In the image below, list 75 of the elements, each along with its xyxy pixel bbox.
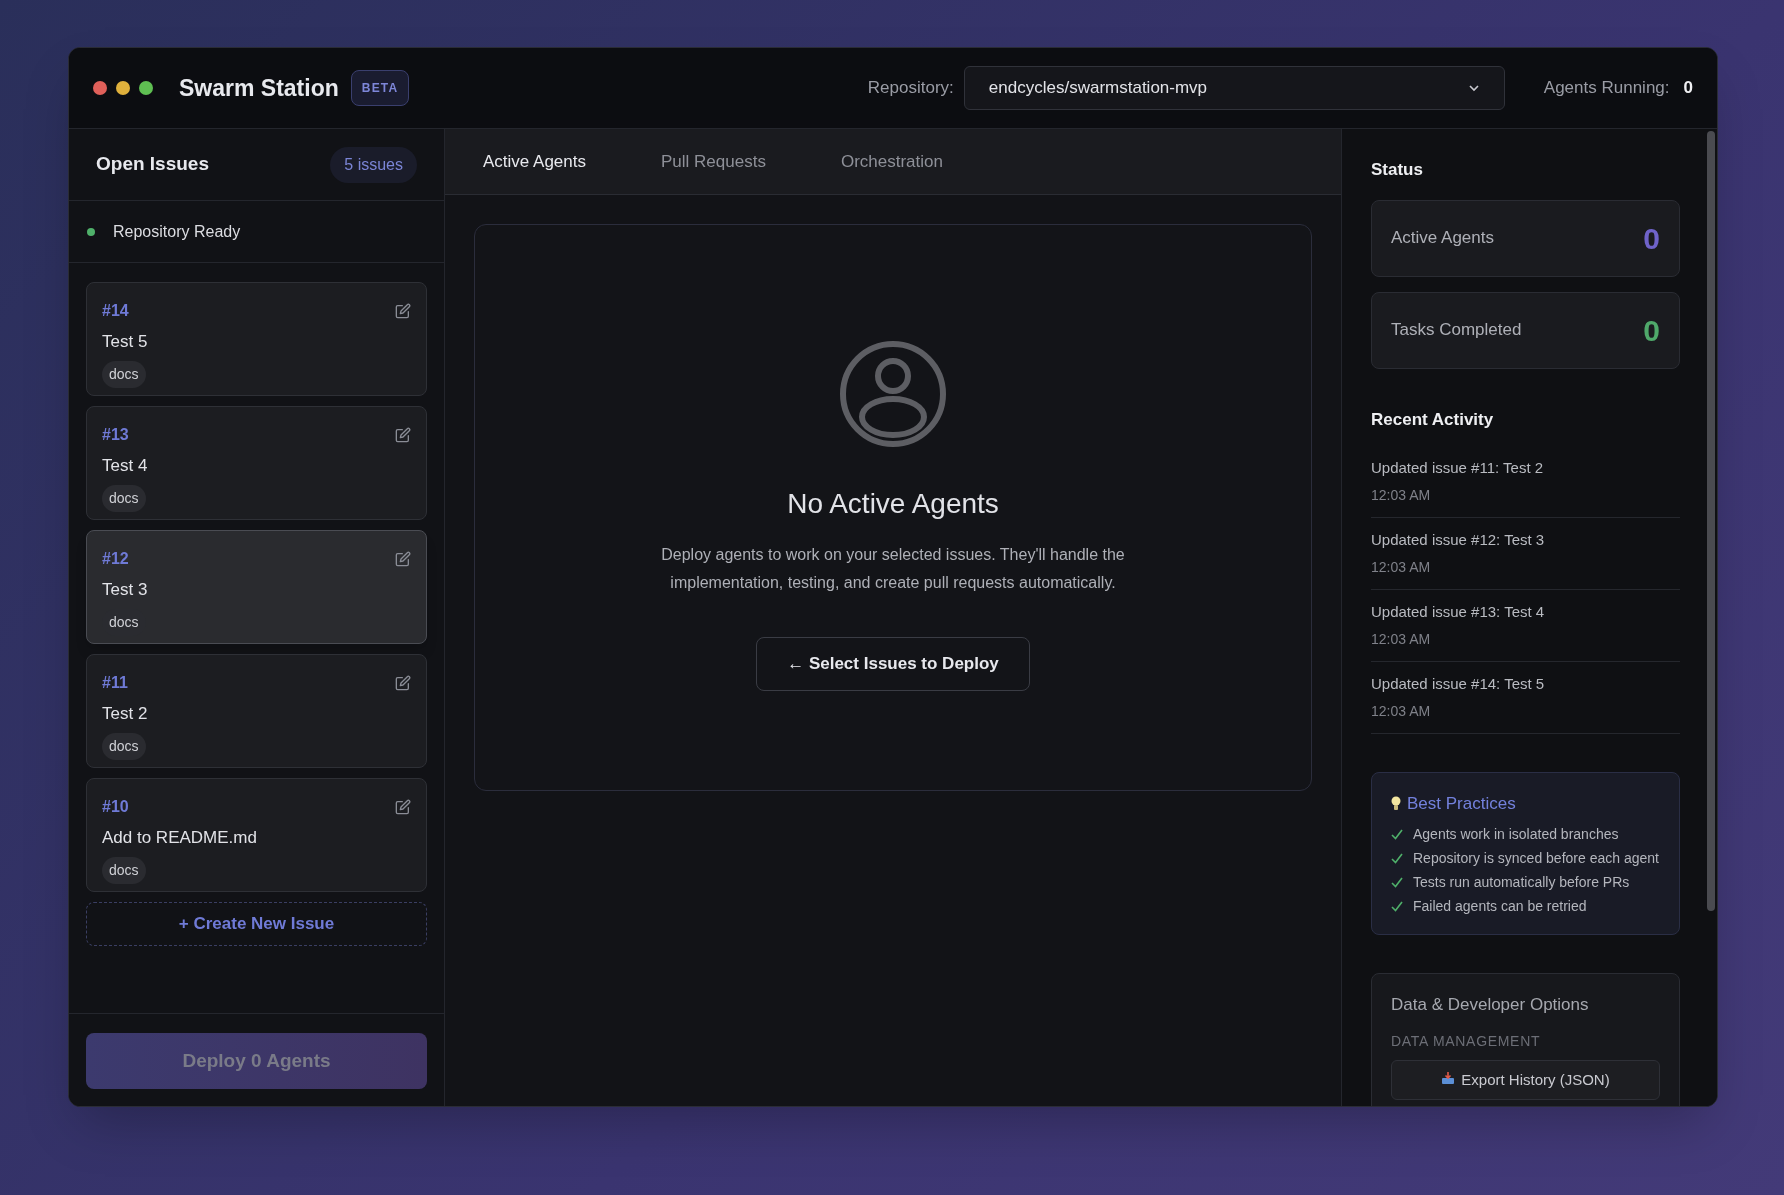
section-label: DATA MANAGEMENT	[1391, 1032, 1542, 1051]
repository-value: endcycles/swarmstation-mvp	[988, 77, 1208, 100]
tab[interactable]: Orchestration	[840, 148, 943, 175]
tab[interactable]: Active Agents	[483, 148, 586, 175]
stat-label: Active Agents	[1391, 227, 1494, 250]
tab[interactable]: Pull Requests	[661, 148, 766, 175]
activity-text: Updated issue #12: Test 3	[1371, 529, 1545, 550]
issue-card[interactable]: #10 Add to README.md docs	[86, 778, 427, 892]
check-icon	[1391, 852, 1403, 864]
issue-card[interactable]: #11 Test 2 docs	[86, 654, 427, 768]
export-history-button[interactable]: Export History (JSON)	[1391, 1060, 1660, 1100]
empty-state-title: No Active Agents	[787, 487, 999, 521]
empty-state-description: Deploy agents to work on your selected issues. They'll handle the implementation, testing, and create pull requests automatically.	[660, 545, 1126, 593]
edit-icon[interactable]	[395, 427, 411, 443]
issue-number: #10	[102, 797, 129, 817]
issue-title: Add to README.md	[102, 827, 257, 849]
edit-icon[interactable]	[395, 799, 411, 815]
scrollbar-thumb[interactable]	[1707, 131, 1715, 911]
activity-text: Updated issue #11: Test 2	[1371, 457, 1544, 478]
repository-select[interactable]: endcycles/swarmstation-mvp	[963, 66, 1505, 110]
activity-title: Recent Activity	[1371, 408, 1494, 431]
issue-number: #11	[102, 673, 128, 693]
check-icon	[1391, 828, 1403, 840]
app-title: Swarm Station	[179, 73, 339, 103]
best-practice-item: Repository is synced before each agent	[1413, 848, 1659, 868]
stat-value: 0	[1643, 220, 1660, 257]
issue-card[interactable]: #14 Test 5 docs	[86, 282, 427, 396]
best-practice-item: Failed agents can be retried	[1413, 896, 1587, 916]
issue-tag: docs	[102, 856, 146, 884]
issue-tag: docs	[102, 484, 146, 512]
issue-title: Test 3	[102, 579, 148, 601]
minimize-icon[interactable]	[116, 81, 130, 95]
issue-card[interactable]: #12 Test 3 docs	[86, 530, 427, 644]
issue-number: #12	[102, 549, 129, 569]
activity-text: Updated issue #14: Test 5	[1371, 673, 1545, 694]
issue-title: Test 4	[102, 455, 148, 477]
maximize-icon[interactable]	[139, 81, 153, 95]
issue-tag: docs	[102, 360, 146, 388]
repository-label: Repository:	[867, 77, 954, 100]
stat-label: Tasks Completed	[1391, 319, 1522, 342]
stat-value: 0	[1643, 312, 1660, 349]
activity-time: 12:03 AM	[1371, 558, 1431, 578]
developer-options-title: Data & Developer Options	[1391, 994, 1589, 1014]
activity-time: 12:03 AM	[1371, 486, 1431, 506]
issue-tag: docs	[102, 732, 146, 760]
activity-time: 12:03 AM	[1371, 630, 1431, 650]
close-icon[interactable]	[93, 81, 107, 95]
status-title: Status	[1371, 159, 1423, 181]
create-issue-button[interactable]: + Create New Issue	[86, 902, 427, 946]
user-icon	[839, 340, 947, 448]
chevron-down-icon	[1467, 82, 1480, 94]
repository-status: Repository Ready	[113, 221, 241, 242]
beta-badge: BETA	[350, 70, 410, 106]
agents-running-count: 0	[1683, 77, 1693, 100]
check-icon	[1391, 900, 1403, 912]
issue-count-badge: 5 issues	[330, 146, 417, 183]
issue-title: Test 2	[102, 703, 148, 725]
agents-running-label: Agents Running:	[1543, 77, 1670, 100]
best-practice-item: Agents work in isolated branches	[1413, 824, 1619, 844]
activity-time: 12:03 AM	[1371, 702, 1431, 722]
edit-icon[interactable]	[395, 551, 411, 567]
issue-card[interactable]: #13 Test 4 docs	[86, 406, 427, 520]
lightbulb-icon	[1391, 796, 1401, 812]
activity-text: Updated issue #13: Test 4	[1371, 601, 1545, 622]
select-issues-button[interactable]: ← Select Issues to Deploy	[756, 637, 1030, 691]
check-icon	[1391, 876, 1403, 888]
edit-icon[interactable]	[395, 675, 411, 691]
inbox-tray-icon	[1441, 1071, 1456, 1085]
issue-title: Test 5	[102, 331, 148, 353]
sidebar-title: Open Issues	[96, 152, 209, 177]
best-practice-item: Tests run automatically before PRs	[1413, 872, 1630, 892]
issue-number: #13	[102, 425, 129, 445]
edit-icon[interactable]	[395, 303, 411, 319]
best-practices-title: Best Practices	[1407, 793, 1516, 815]
issue-number: #14	[102, 301, 129, 321]
